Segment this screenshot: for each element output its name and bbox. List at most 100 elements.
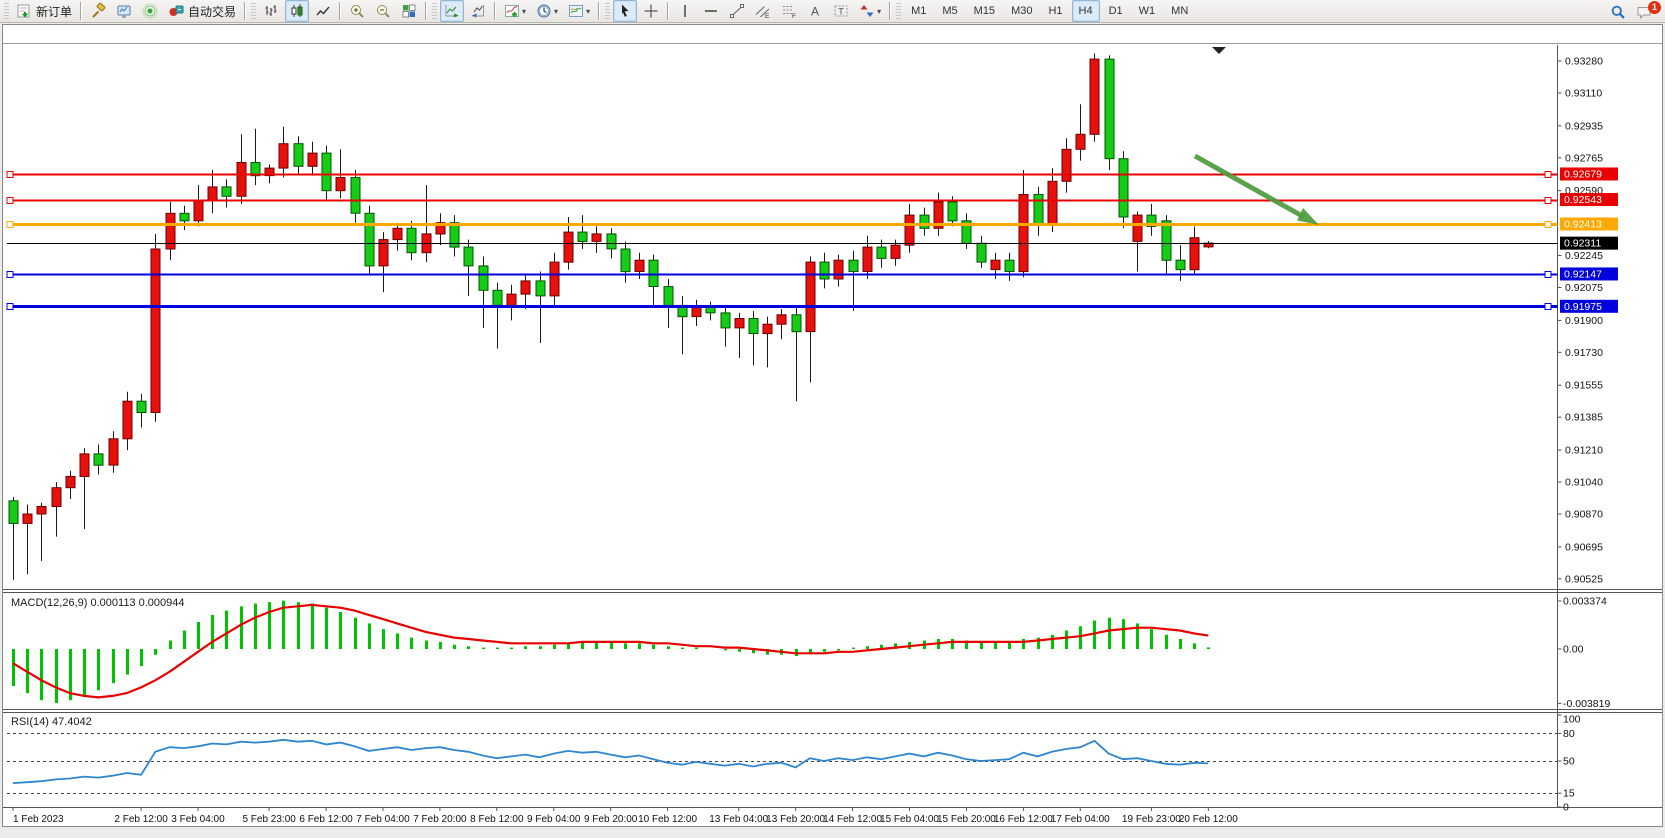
- tile-windows-icon: [401, 3, 417, 19]
- templates-button[interactable]: ▾: [564, 0, 594, 22]
- timeframe-m30-button[interactable]: M30: [1004, 0, 1039, 22]
- hline-button[interactable]: [699, 0, 723, 22]
- macd-tick-label: -0.003819: [1563, 698, 1610, 710]
- new-order-button[interactable]: 新订单: [12, 0, 76, 22]
- signals-button[interactable]: [138, 0, 162, 22]
- timeframe-h1-button[interactable]: H1: [1041, 0, 1069, 22]
- toolbar-grip[interactable]: [432, 3, 437, 19]
- chart-shift-button[interactable]: [466, 0, 490, 22]
- line-handle[interactable]: [1545, 172, 1551, 178]
- trendline-button[interactable]: [725, 0, 749, 22]
- macd-values: 0.000113 0.000944: [90, 597, 184, 609]
- indicators-icon: [504, 3, 520, 19]
- time-tick-label[interactable]: 20 Feb 12:00: [1179, 814, 1238, 825]
- line-handle[interactable]: [1545, 198, 1551, 204]
- time-tick-label[interactable]: 7 Feb 04:00: [356, 814, 410, 825]
- time-tick-label[interactable]: 2 Feb 12:00: [114, 814, 168, 825]
- toolbar-grip[interactable]: [4, 3, 9, 19]
- timeframe-mn-button[interactable]: MN: [1164, 0, 1195, 22]
- arrows-button[interactable]: ▾: [855, 0, 885, 22]
- templates-icon: [568, 3, 584, 19]
- tile-windows-button[interactable]: [397, 0, 421, 22]
- time-tick-label[interactable]: 14 Feb 12:00: [823, 814, 882, 825]
- chevron-down-icon[interactable]: ▾: [554, 7, 558, 16]
- time-tick-label[interactable]: 17 Feb 04:00: [1051, 814, 1110, 825]
- line-chart-icon: [315, 3, 331, 19]
- timeframe-d1-button[interactable]: D1: [1102, 0, 1130, 22]
- search-button[interactable]: [1606, 1, 1630, 23]
- chevron-down-icon[interactable]: ▾: [522, 7, 526, 16]
- chevron-down-icon[interactable]: ▾: [877, 7, 881, 16]
- time-tick-label[interactable]: 10 Feb 12:00: [638, 814, 697, 825]
- line-handle[interactable]: [7, 272, 13, 278]
- line-handle[interactable]: [1545, 304, 1551, 310]
- time-tick-label[interactable]: 5 Feb 23:00: [242, 814, 296, 825]
- text-icon: A: [807, 3, 823, 19]
- line-handle[interactable]: [7, 304, 13, 310]
- line-handle[interactable]: [7, 222, 13, 228]
- channel-button[interactable]: E: [751, 0, 775, 22]
- toolbar-grip[interactable]: [605, 3, 610, 19]
- time-tick-label[interactable]: 15 Feb 20:00: [937, 814, 996, 825]
- cursor-icon: [617, 3, 633, 19]
- zoom-in-button[interactable]: [345, 0, 369, 22]
- time-tick-label[interactable]: 13 Feb 04:00: [709, 814, 768, 825]
- search-icon: [1610, 4, 1626, 20]
- cursor-button[interactable]: [613, 0, 637, 22]
- channel-icon: E: [755, 3, 771, 19]
- autotrade-button[interactable]: 自动交易: [164, 0, 240, 22]
- trendline-icon: [729, 3, 745, 19]
- time-tick-label[interactable]: 19 Feb 23:00: [1122, 814, 1181, 825]
- market-watch-button[interactable]: [112, 0, 136, 22]
- indicators-button[interactable]: ▾: [500, 0, 530, 22]
- candles-icon: [289, 3, 305, 19]
- zoom-out-button[interactable]: [371, 0, 395, 22]
- line-handle[interactable]: [1545, 222, 1551, 228]
- time-tick-label[interactable]: 13 Feb 20:00: [766, 814, 825, 825]
- timeframe-m5-button[interactable]: M5: [935, 0, 964, 22]
- timeframe-m15-button[interactable]: M15: [967, 0, 1002, 22]
- price-tick-label: 0.91040: [1565, 477, 1603, 489]
- new-order-icon: [16, 3, 32, 19]
- toolbar-grip[interactable]: [251, 3, 256, 19]
- vline-button[interactable]: [673, 0, 697, 22]
- price-tick-label: 0.93280: [1565, 56, 1603, 68]
- bars-button[interactable]: [259, 0, 283, 22]
- candles-button[interactable]: [285, 0, 309, 22]
- time-tick-label[interactable]: 7 Feb 20:00: [413, 814, 467, 825]
- chart-canvas[interactable]: 0.932800.931100.929350.927650.925900.922…: [3, 25, 1662, 826]
- line-handle[interactable]: [1545, 272, 1551, 278]
- timeframe-m1-button[interactable]: M1: [904, 0, 933, 22]
- timeframe-h4-button[interactable]: H4: [1072, 0, 1100, 22]
- timeframe-w1-button[interactable]: W1: [1132, 0, 1163, 22]
- time-tick-label[interactable]: 16 Feb 12:00: [994, 814, 1053, 825]
- text-button[interactable]: A: [803, 0, 827, 22]
- crosshair-button[interactable]: [639, 0, 663, 22]
- line-handle[interactable]: [7, 198, 13, 204]
- time-tick-label[interactable]: 9 Feb 04:00: [527, 814, 581, 825]
- button-label: 自动交易: [188, 3, 236, 20]
- line-chart-button[interactable]: [311, 0, 335, 22]
- chevron-down-icon[interactable]: ▾: [586, 7, 590, 16]
- rsi-tick-label: 50: [1563, 756, 1575, 768]
- button-label: D1: [1106, 5, 1126, 17]
- rsi-tick-label: 0: [1563, 802, 1569, 814]
- time-tick-label[interactable]: 8 Feb 12:00: [470, 814, 524, 825]
- auto-scroll-button[interactable]: [440, 0, 464, 22]
- price-tick-label: 0.92245: [1565, 250, 1603, 262]
- rsi-indicator-label: RSI(14) 47.4042: [11, 716, 92, 728]
- hammer-button[interactable]: [86, 0, 110, 22]
- line-handle[interactable]: [7, 172, 13, 178]
- price-tick-label: 0.92765: [1565, 152, 1603, 164]
- periods-button[interactable]: ▾: [532, 0, 562, 22]
- fibonacci-button[interactable]: F: [777, 0, 801, 22]
- time-tick-label[interactable]: 9 Feb 20:00: [584, 814, 638, 825]
- chat-button[interactable]: 1: [1632, 1, 1656, 23]
- time-tick-label[interactable]: 6 Feb 12:00: [299, 814, 353, 825]
- time-tick-label[interactable]: 15 Feb 04:00: [880, 814, 939, 825]
- price-tick-label: 0.91210: [1565, 445, 1603, 457]
- time-tick-label[interactable]: 1 Feb 2023: [13, 814, 64, 825]
- label-button[interactable]: T: [829, 0, 853, 22]
- time-tick-label[interactable]: 3 Feb 04:00: [171, 814, 225, 825]
- toolbar-grip[interactable]: [896, 3, 901, 19]
